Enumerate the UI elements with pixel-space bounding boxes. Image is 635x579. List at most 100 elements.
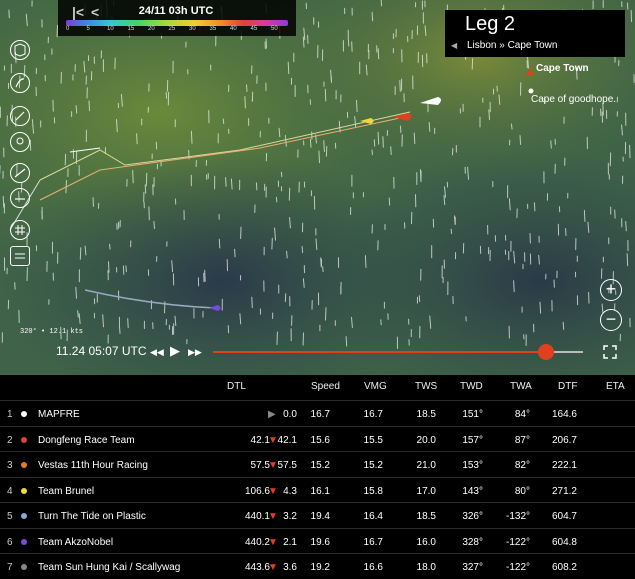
header-speed[interactable]: Speed — [311, 381, 340, 392]
team-name: Team Sun Hung Kai / Scallywag — [38, 562, 180, 573]
cell-dtl: 440.1 — [245, 511, 270, 522]
cell-twa: -132° — [506, 511, 530, 522]
cell-dtl: 443.6 — [245, 562, 270, 573]
cell-twa: 80° — [515, 486, 530, 497]
wind-scale-label: 50 — [271, 26, 278, 32]
header-twa[interactable]: TWA — [510, 381, 532, 392]
cell-vmg: 16.4 — [364, 511, 383, 522]
rank-number: 7 — [7, 562, 13, 573]
cell-delta: 2.1 — [283, 537, 297, 548]
cell-twd: 328° — [462, 537, 483, 548]
header-dtl[interactable]: DTL — [227, 381, 246, 392]
table-row[interactable]: 1MAPFRE16.716.718.5151°84°164.6▶0.0 — [0, 400, 635, 426]
compass-icon[interactable] — [10, 106, 30, 126]
team-name: Team AkzoNobel — [38, 537, 113, 548]
leaderboard-table: DTL Speed VMG TWS TWD TWA DTF ETA 1MAPFR… — [0, 375, 635, 576]
prev-step-icon[interactable]: |< — [72, 4, 84, 20]
cell-speed: 16.7 — [311, 409, 330, 420]
cell-speed: 19.2 — [311, 562, 330, 573]
header-dtf[interactable]: DTF — [558, 381, 577, 392]
timeline-handle[interactable] — [538, 344, 554, 360]
wind-icon[interactable] — [10, 163, 30, 183]
cell-tws: 18.5 — [417, 409, 436, 420]
cell-delta: 3.2 — [283, 511, 297, 522]
boat-mapfre-icon[interactable] — [420, 95, 444, 107]
wind-map[interactable]: |< < 24/11 03h UTC 05101520253035404550 … — [0, 0, 635, 375]
header-tws[interactable]: TWS — [415, 381, 437, 392]
wind-scale-label: 5 — [87, 26, 90, 32]
wind-scale-label: 45 — [251, 26, 258, 32]
trend-down-icon: ▼ — [268, 486, 278, 497]
table-row[interactable]: 4Team Brunel106.616.115.817.0143°80°271.… — [0, 477, 635, 503]
map-layers-icon[interactable] — [10, 40, 30, 60]
fullscreen-icon[interactable] — [603, 345, 617, 359]
boat-akzonobel-icon[interactable] — [209, 304, 223, 312]
timeline-slider[interactable] — [213, 351, 583, 353]
zoom-out-button[interactable]: − — [600, 309, 622, 331]
header-eta[interactable]: ETA — [606, 381, 625, 392]
cape-town-label: Cape Town — [536, 63, 589, 74]
back-icon[interactable]: < — [91, 4, 99, 20]
cell-tws: 21.0 — [417, 460, 436, 471]
team-color-dot — [21, 437, 27, 443]
cell-dtl: 440.2 — [245, 537, 270, 548]
boat-brunel-icon[interactable] — [360, 117, 376, 125]
rank-number: 5 — [7, 511, 13, 522]
team-name: Vestas 11th Hour Racing — [38, 460, 148, 471]
cell-twa: 84° — [515, 409, 530, 420]
wind-scale-label: 25 — [169, 26, 176, 32]
table-row[interactable]: 3Vestas 11th Hour Racing57.515.215.221.0… — [0, 451, 635, 477]
cell-dtf: 604.7 — [552, 511, 577, 522]
rank-number: 4 — [7, 486, 13, 497]
cell-vmg: 16.7 — [364, 537, 383, 548]
table-row[interactable]: 5Turn The Tide on Plastic440.119.416.418… — [0, 502, 635, 528]
header-vmg[interactable]: VMG — [364, 381, 387, 392]
trend-down-icon: ▼ — [268, 562, 278, 573]
cape-town-marker-icon — [526, 68, 534, 76]
route-icon[interactable] — [10, 73, 30, 93]
team-color-dot — [21, 564, 27, 570]
table-row[interactable]: 2Dongfeng Race Team42.115.615.520.0157°8… — [0, 426, 635, 452]
trend-down-icon: ▼ — [268, 511, 278, 522]
table-row[interactable]: 7Team Sun Hung Kai / Scallywag443.619.21… — [0, 553, 635, 579]
cell-vmg: 15.2 — [364, 460, 383, 471]
play-icon[interactable]: ▶ — [170, 343, 180, 359]
header-twd[interactable]: TWD — [460, 381, 483, 392]
team-color-dot — [21, 462, 27, 468]
boat-dongfeng-icon[interactable] — [393, 112, 415, 122]
cell-dtl: 106.6 — [245, 486, 270, 497]
timeline-progress — [213, 351, 546, 353]
forward-icon[interactable]: ▶▶ — [188, 347, 202, 358]
trend-down-icon: ▼ — [268, 435, 278, 446]
location-pin-icon[interactable] — [10, 132, 30, 152]
table-row[interactable]: 6Team AkzoNobel440.219.616.716.0328°-122… — [0, 528, 635, 554]
cell-dtf: 608.2 — [552, 562, 577, 573]
cell-dtf: 164.6 — [552, 409, 577, 420]
cell-tws: 16.0 — [417, 537, 436, 548]
team-name: Dongfeng Race Team — [38, 435, 135, 446]
trend-down-icon: ▼ — [268, 460, 278, 471]
playback-time: 11.24 05:07 UTC — [56, 344, 147, 358]
cell-dtf: 271.2 — [552, 486, 577, 497]
rewind-icon[interactable]: ◀◀ — [150, 347, 164, 358]
zoom-in-button[interactable]: + — [600, 279, 622, 301]
wind-scale-label: 15 — [128, 26, 135, 32]
leg-back-icon[interactable]: ◀ — [451, 41, 457, 50]
cell-twa: -122° — [506, 537, 530, 548]
forecast-timebar: |< < 24/11 03h UTC 05101520253035404550 — [58, 0, 296, 36]
cell-twa: 87° — [515, 435, 530, 446]
cell-tws: 20.0 — [417, 435, 436, 446]
wind-scale-label: 20 — [148, 26, 155, 32]
cell-delta: 3.6 — [283, 562, 297, 573]
cell-delta: 42.1 — [278, 435, 297, 446]
cell-vmg: 15.5 — [364, 435, 383, 446]
cell-twd: 157° — [462, 435, 483, 446]
cell-twd: 143° — [462, 486, 483, 497]
team-color-dot — [21, 513, 27, 519]
team-name: Turn The Tide on Plastic — [38, 511, 146, 522]
grid-icon[interactable] — [10, 220, 30, 240]
ruler-icon[interactable] — [10, 246, 30, 266]
cell-speed: 15.2 — [311, 460, 330, 471]
wind-scale-label: 10 — [107, 26, 114, 32]
sail-icon[interactable] — [10, 188, 30, 208]
